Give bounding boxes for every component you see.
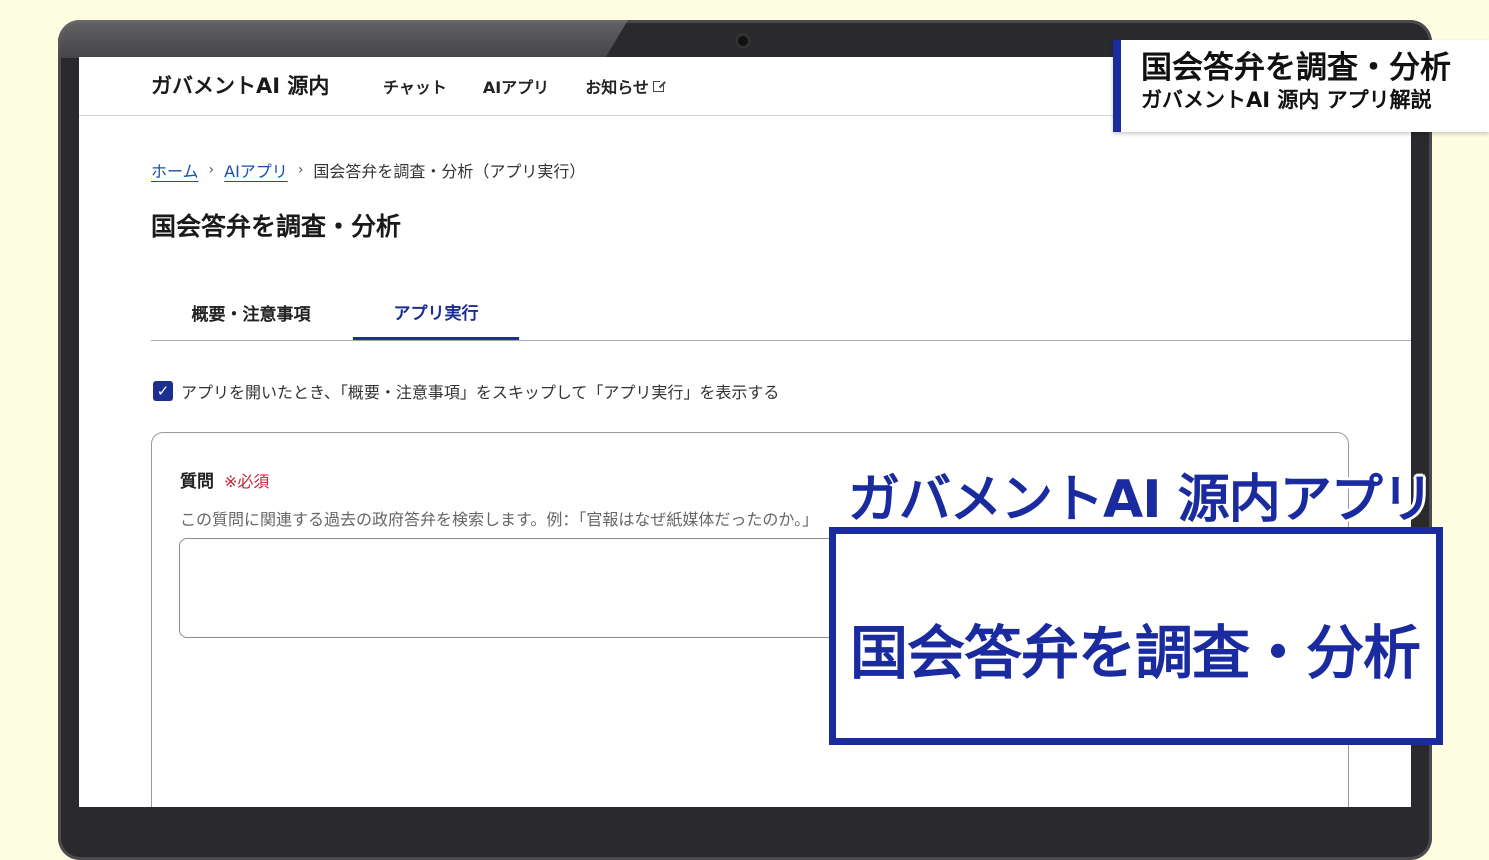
question-label-text: 質問: [180, 472, 214, 492]
chevron-right-icon: ›: [208, 162, 215, 178]
breadcrumb-home[interactable]: ホーム: [151, 158, 199, 182]
caption-title: ガバメントAI 源内アプリ: [848, 470, 1434, 530]
caption-box: 国会答弁を調査・分析: [829, 527, 1443, 745]
app-logo[interactable]: ガバメントAI 源内: [151, 70, 329, 100]
nav-news[interactable]: お知らせ: [585, 74, 666, 98]
corner-banner-title: 国会答弁を調査・分析: [1141, 50, 1451, 86]
nav-ai-apps[interactable]: AIアプリ: [483, 74, 549, 98]
breadcrumb-ai-apps[interactable]: AIアプリ: [224, 158, 288, 182]
required-mark: ※必須: [224, 472, 270, 491]
tab-overview[interactable]: 概要・注意事項: [151, 285, 351, 340]
external-link-icon: [652, 78, 666, 92]
skip-overview-label: アプリを開いたとき、「概要・注意事項」をスキップして「アプリ実行」を表示する: [181, 383, 780, 402]
nav-news-label: お知らせ: [585, 78, 649, 97]
question-label: 質問 ※必須: [180, 467, 269, 492]
corner-banner-subtitle: ガバメントAI 源内 アプリ解説: [1141, 87, 1432, 112]
page-title: 国会答弁を調査・分析: [151, 212, 402, 241]
breadcrumb: ホーム › AIアプリ › 国会答弁を調査・分析（アプリ実行）: [151, 158, 585, 182]
skip-overview-checkbox[interactable]: ✓: [153, 381, 173, 401]
breadcrumb-current: 国会答弁を調査・分析（アプリ実行）: [313, 162, 586, 181]
question-help-text: この質問に関連する過去の政府答弁を検索します。例：「官報はなぜ紙媒体だったのか。…: [180, 510, 819, 529]
laptop-glare: [58, 20, 628, 58]
caption-box-text: 国会答弁を調査・分析: [850, 619, 1421, 687]
chevron-right-icon: ›: [297, 162, 304, 178]
nav-chat[interactable]: チャット: [383, 74, 447, 98]
tab-run-app[interactable]: アプリ実行: [353, 285, 519, 340]
main-nav: チャット AIアプリ お知らせ: [383, 74, 666, 98]
corner-banner: 国会答弁を調査・分析 ガバメントAI 源内 アプリ解説: [1113, 40, 1489, 132]
skip-overview-option[interactable]: ✓ アプリを開いたとき、「概要・注意事項」をスキップして「アプリ実行」を表示する: [153, 379, 779, 403]
webcam-icon: [735, 33, 751, 49]
tab-bar: 概要・注意事項 アプリ実行: [151, 285, 1411, 341]
